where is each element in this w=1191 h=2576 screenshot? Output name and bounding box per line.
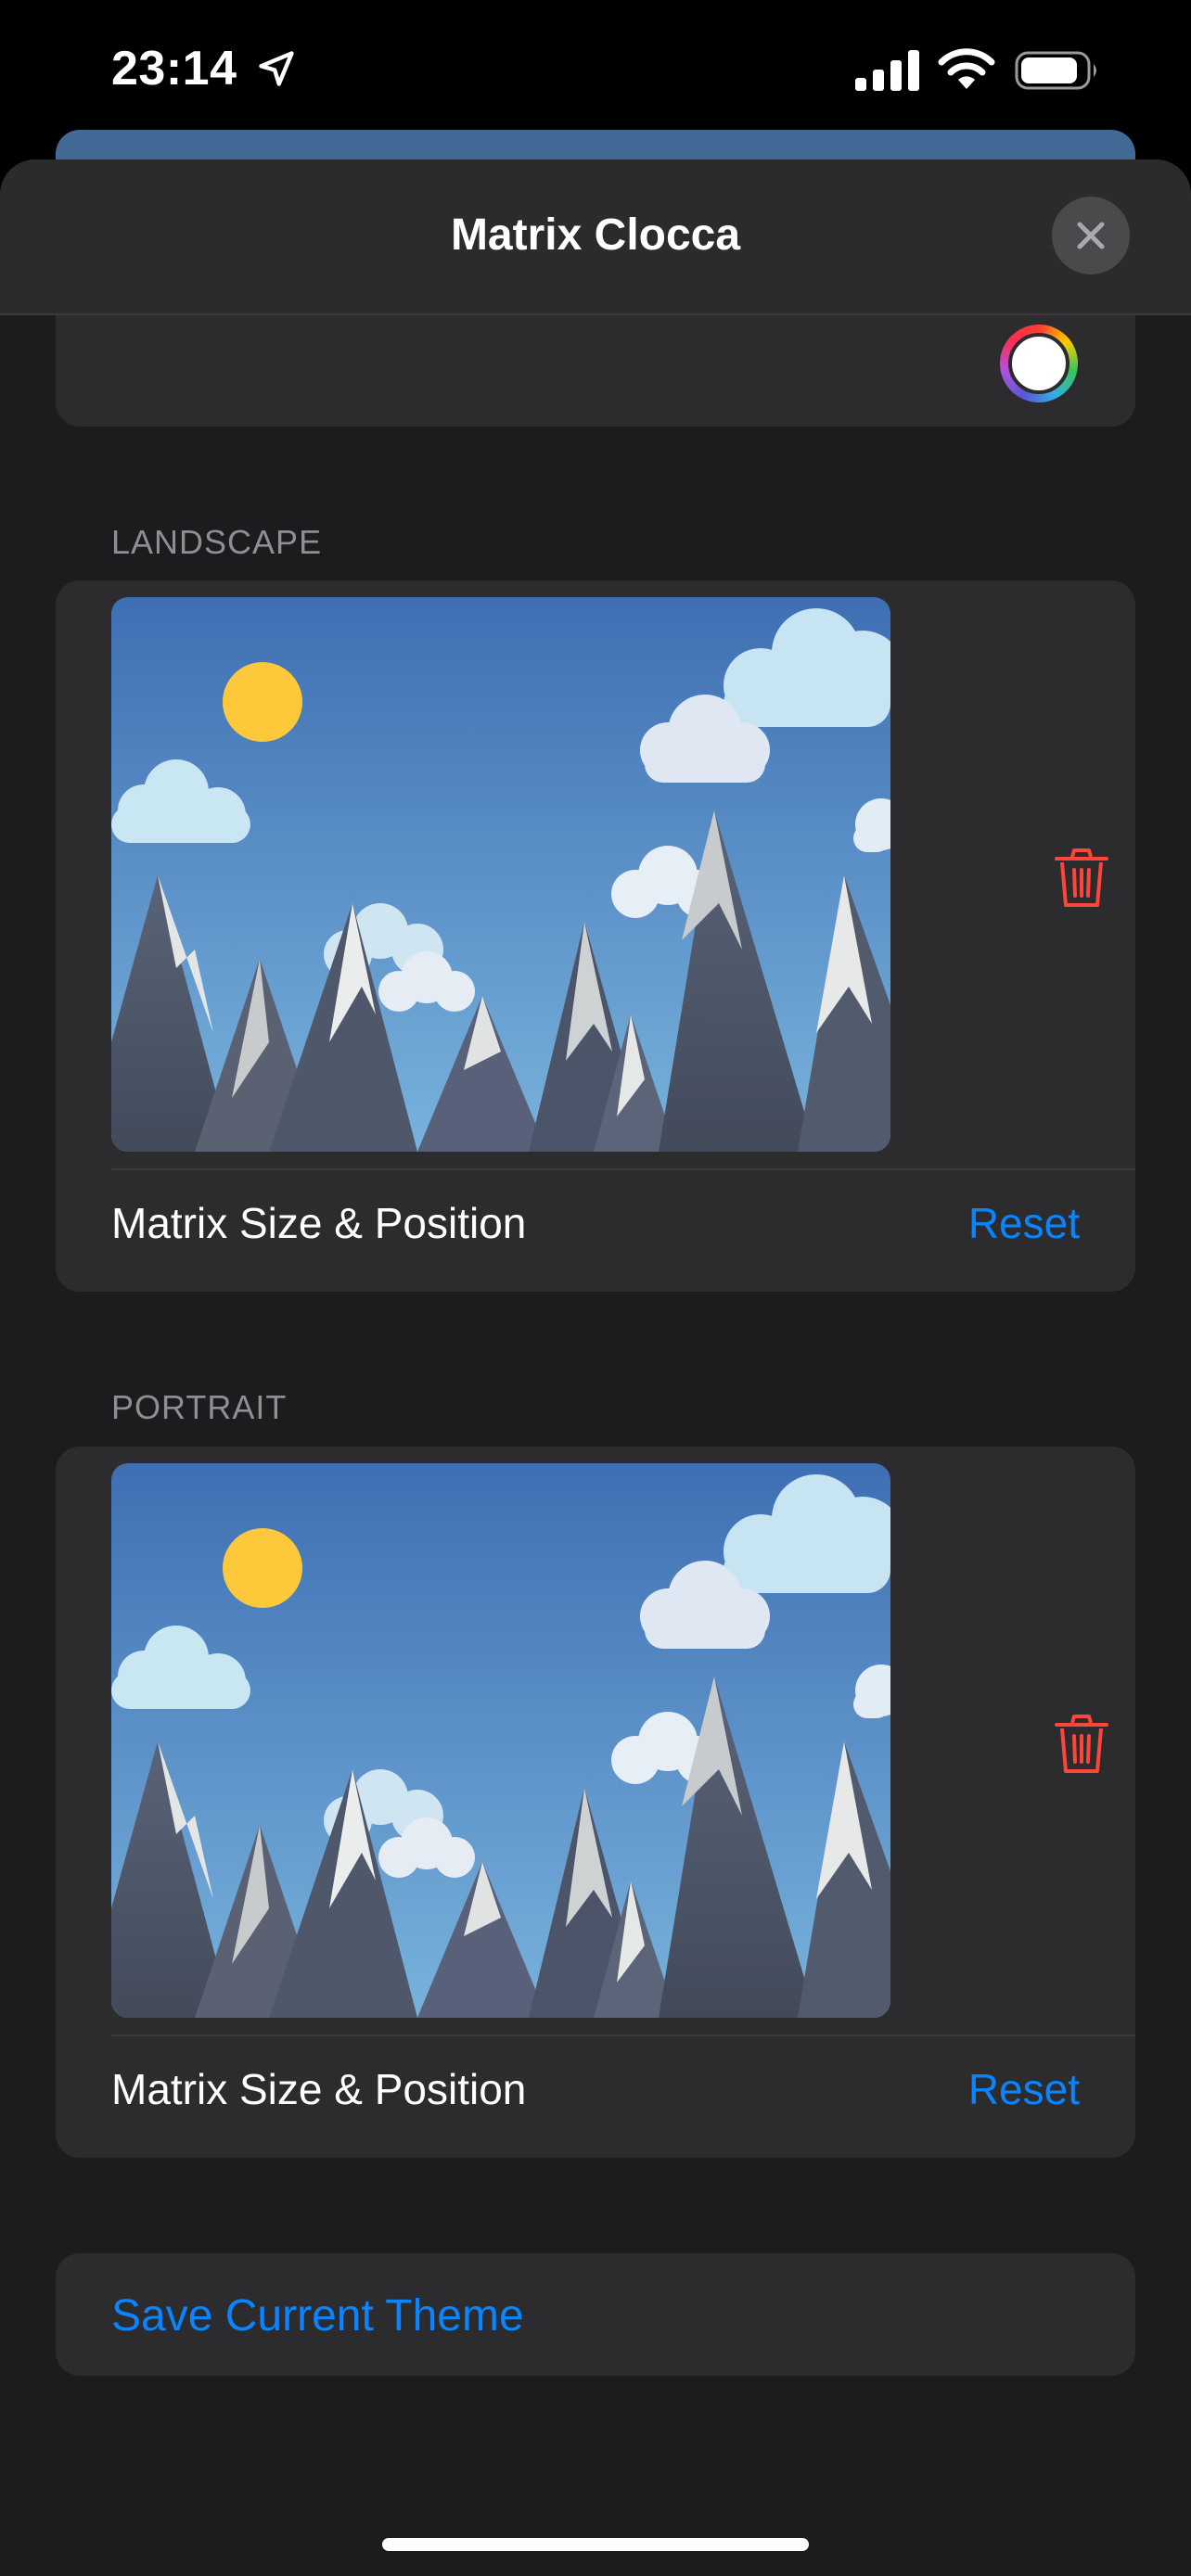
home-indicator (382, 2538, 809, 2551)
battery-icon (1015, 51, 1096, 90)
settings-sheet: Matrix Clocca LANDSCAPE Matrix Size & Po… (0, 159, 1191, 2576)
trash-icon[interactable] (1054, 1714, 1109, 1775)
save-current-theme-button[interactable]: Save Current Theme (56, 2253, 1135, 2376)
reset-button[interactable]: Reset (968, 1198, 1080, 1248)
close-button[interactable] (1052, 197, 1130, 274)
close-icon (1077, 222, 1105, 249)
matrix-size-position-label: Matrix Size & Position (111, 1199, 527, 1247)
matrix-size-position-label: Matrix Size & Position (111, 2065, 527, 2113)
landscape-background-preview[interactable] (111, 597, 890, 1152)
trash-icon[interactable] (1054, 848, 1109, 909)
section-header-portrait: PORTRAIT (111, 1388, 288, 1426)
color-card (56, 315, 1135, 427)
status-bar: 23:14 (0, 0, 1191, 139)
cellular-signal-icon (855, 50, 919, 91)
nav-bar: Matrix Clocca (0, 159, 1191, 315)
background-image (111, 597, 890, 1152)
landscape-card: Matrix Size & Position Reset (56, 580, 1135, 1292)
background-image (111, 1463, 890, 2018)
sheet-title: Matrix Clocca (450, 210, 741, 260)
portrait-background-preview[interactable] (111, 1463, 890, 2018)
save-current-theme-label: Save Current Theme (111, 2291, 524, 2340)
card-divider (111, 1168, 1135, 1170)
color-picker-button[interactable] (1000, 325, 1078, 402)
card-divider (111, 2034, 1135, 2036)
wifi-icon (938, 48, 995, 89)
reset-button[interactable]: Reset (968, 2064, 1080, 2114)
location-arrow-icon (259, 51, 294, 86)
status-time: 23:14 (111, 42, 237, 96)
portrait-card: Matrix Size & Position Reset (56, 1447, 1135, 2158)
color-swatch (1008, 333, 1069, 394)
section-header-landscape: LANDSCAPE (111, 523, 323, 561)
